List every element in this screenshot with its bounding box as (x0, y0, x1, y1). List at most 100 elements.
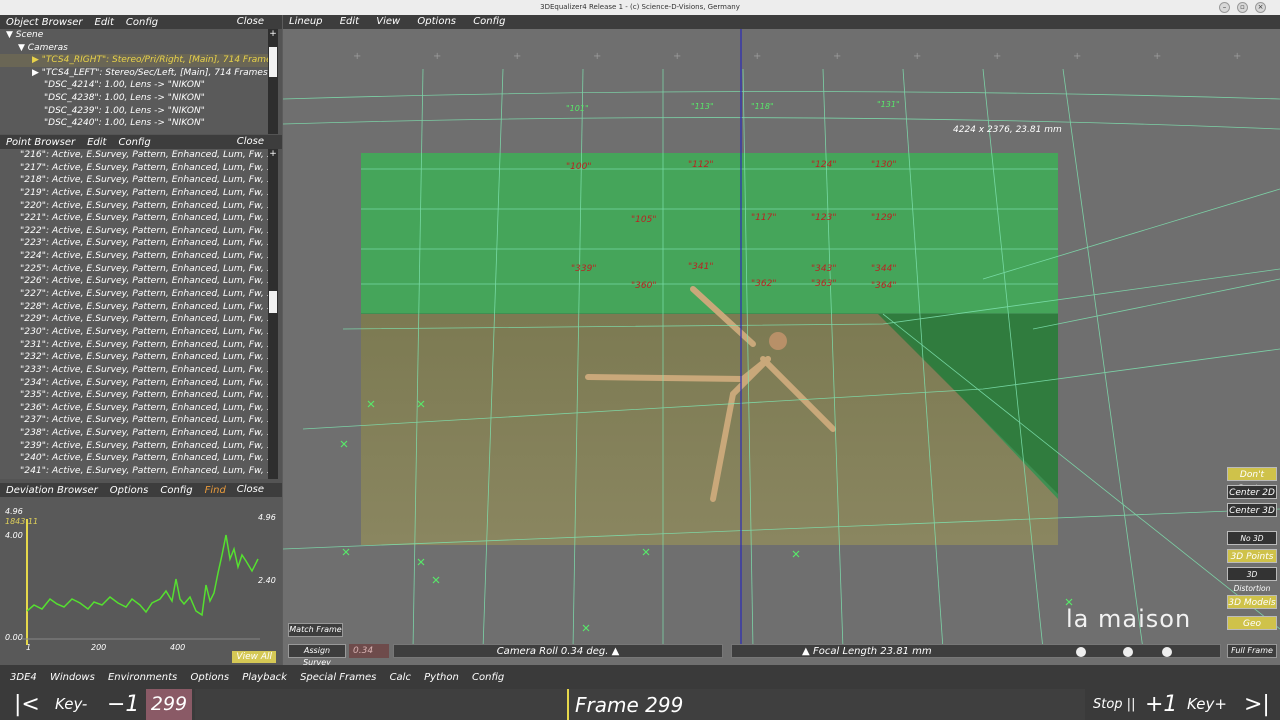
point-row[interactable]: "238": Active, E.Survey, Pattern, Enhanc… (0, 427, 268, 440)
tree-item-lens[interactable]: "DSC_4239": 1.00, Lens -> "NIKON" (0, 105, 268, 118)
point-row[interactable]: "234": Active, E.Survey, Pattern, Enhanc… (0, 377, 268, 390)
point-row[interactable]: "222": Active, E.Survey, Pattern, Enhanc… (0, 225, 268, 238)
focal-length-slider[interactable]: ▲ Focal Length 23.81 mm (731, 644, 1221, 658)
menu-config[interactable]: Config (473, 16, 505, 27)
3d-models-button[interactable]: 3D Models (1227, 595, 1277, 609)
menu-calc[interactable]: Calc (390, 672, 411, 683)
geo-button[interactable]: Geo (1227, 616, 1277, 630)
menu-edit[interactable]: Edit (87, 137, 106, 148)
deviation-graph[interactable] (22, 519, 260, 645)
menu-edit[interactable]: Edit (95, 17, 114, 28)
point-row[interactable]: "230": Active, E.Survey, Pattern, Enhanc… (0, 326, 268, 339)
point-row[interactable]: "235": Active, E.Survey, Pattern, Enhanc… (0, 389, 268, 402)
slider-handle[interactable] (1123, 647, 1133, 657)
close-window-button[interactable]: × (1255, 2, 1266, 13)
menu-edit[interactable]: Edit (340, 16, 359, 27)
slider-handle[interactable] (1162, 647, 1172, 657)
dont-center-button[interactable]: Don't Center (1227, 467, 1277, 494)
frame-number-field[interactable]: 299 (146, 689, 192, 720)
menu-options[interactable]: Options (417, 16, 456, 27)
point-browser-close[interactable]: Close (237, 135, 264, 149)
point-row[interactable]: "232": Active, E.Survey, Pattern, Enhanc… (0, 351, 268, 364)
deviation-browser-close[interactable]: Close (237, 483, 264, 497)
timeline-cursor[interactable] (567, 689, 569, 720)
menu-special-frames[interactable]: Special Frames (300, 672, 376, 683)
assign-survey-button[interactable]: Assign Survey (288, 644, 346, 665)
key-plus-button[interactable]: Key+ (1187, 689, 1227, 720)
scene-view[interactable]: "100" "112" "124" "130" "105" "117" "123… (283, 29, 1280, 649)
plus-one-button[interactable]: +1 (1145, 689, 1177, 720)
tree-item-lens[interactable]: "DSC_4240": 1.00, Lens -> "NIKON" (0, 117, 268, 130)
point-row[interactable]: "237": Active, E.Survey, Pattern, Enhanc… (0, 414, 268, 427)
menu-config[interactable]: Config (160, 485, 192, 496)
menu-deviation-browser[interactable]: Deviation Browser (6, 485, 98, 496)
menu-lineup[interactable]: Lineup (289, 16, 323, 27)
menu-config[interactable]: Config (472, 672, 504, 683)
menu-find[interactable]: Find (205, 485, 226, 496)
menu-config[interactable]: Config (118, 137, 150, 148)
add-button[interactable]: + (268, 29, 278, 41)
point-row[interactable]: "233": Active, E.Survey, Pattern, Enhanc… (0, 364, 268, 377)
tree-item-scene[interactable]: ▼ Scene (0, 29, 268, 42)
point-row[interactable]: "224": Active, E.Survey, Pattern, Enhanc… (0, 250, 268, 263)
3d-points-button[interactable]: 3D Points (1227, 549, 1277, 563)
point-row[interactable]: "216": Active, E.Survey, Pattern, Enhanc… (0, 149, 268, 162)
full-frame-button[interactable]: Full Frame (1227, 644, 1277, 658)
scrollbar-thumb[interactable] (269, 47, 277, 77)
point-row[interactable]: "221": Active, E.Survey, Pattern, Enhanc… (0, 212, 268, 225)
menu-python[interactable]: Python (424, 672, 459, 683)
tree-item-lens[interactable]: "DSC_4214": 1.00, Lens -> "NIKON" (0, 79, 268, 92)
no-3d-points-button[interactable]: No 3D Points (1227, 531, 1277, 557)
survey-value-field[interactable]: 0.34 (349, 644, 389, 658)
point-row[interactable]: "223": Active, E.Survey, Pattern, Enhanc… (0, 237, 268, 250)
point-row[interactable]: "241": Active, E.Survey, Pattern, Enhanc… (0, 465, 268, 478)
main-viewport[interactable]: Lineup Edit View Options Config "100" "1… (283, 15, 1280, 665)
key-minus-button[interactable]: Key- (55, 689, 87, 720)
point-browser-scrollbar[interactable]: + (268, 149, 278, 479)
point-row[interactable]: "227": Active, E.Survey, Pattern, Enhanc… (0, 288, 268, 301)
minimize-button[interactable]: – (1219, 2, 1230, 13)
menu-view[interactable]: View (376, 16, 400, 27)
first-frame-button[interactable]: |< (14, 689, 40, 720)
slider-handle[interactable] (1076, 647, 1086, 657)
point-row[interactable]: "239": Active, E.Survey, Pattern, Enhanc… (0, 440, 268, 453)
scrollbar-thumb[interactable] (269, 291, 277, 313)
point-row[interactable]: "225": Active, E.Survey, Pattern, Enhanc… (0, 263, 268, 276)
minus-one-button[interactable]: −1 (107, 689, 139, 720)
object-browser-close[interactable]: Close (237, 15, 264, 29)
point-row[interactable]: "240": Active, E.Survey, Pattern, Enhanc… (0, 452, 268, 465)
point-row[interactable]: "236": Active, E.Survey, Pattern, Enhanc… (0, 402, 268, 415)
menu-playback[interactable]: Playback (242, 672, 287, 683)
add-button[interactable]: + (268, 149, 278, 161)
stop-button[interactable]: Stop || (1093, 689, 1135, 720)
menu-options[interactable]: Options (110, 485, 149, 496)
view-all-button[interactable]: View All (232, 651, 276, 663)
point-row[interactable]: "231": Active, E.Survey, Pattern, Enhanc… (0, 339, 268, 352)
camera-roll-slider[interactable]: Camera Roll 0.34 deg. ▲ (393, 644, 723, 658)
point-row[interactable]: "219": Active, E.Survey, Pattern, Enhanc… (0, 187, 268, 200)
point-row[interactable]: "218": Active, E.Survey, Pattern, Enhanc… (0, 174, 268, 187)
tree-item-lens[interactable]: "DSC_4238": 1.00, Lens -> "NIKON" (0, 92, 268, 105)
point-row[interactable]: "229": Active, E.Survey, Pattern, Enhanc… (0, 313, 268, 326)
tree-item-camera-right[interactable]: ▶ "TCS4_RIGHT": Stereo/Pri/Right, [Main]… (0, 54, 268, 67)
object-browser-scrollbar[interactable]: + (268, 29, 278, 134)
tree-item-camera-left[interactable]: ▶ "TCS4_LEFT": Stereo/Sec/Left, [Main], … (0, 67, 268, 80)
menu-windows[interactable]: Windows (50, 672, 95, 683)
menu-point-browser[interactable]: Point Browser (6, 137, 75, 148)
point-row[interactable]: "220": Active, E.Survey, Pattern, Enhanc… (0, 200, 268, 213)
timeline-slider[interactable]: Frame 299 (195, 689, 1085, 720)
center-3d-button[interactable]: Center 3D (1227, 503, 1277, 517)
tree-item-cameras[interactable]: ▼ Cameras (0, 42, 268, 55)
menu-options[interactable]: Options (190, 672, 229, 683)
menu-3de4[interactable]: 3DE4 (10, 672, 37, 683)
point-row[interactable]: "228": Active, E.Survey, Pattern, Enhanc… (0, 301, 268, 314)
menu-config[interactable]: Config (126, 17, 158, 28)
center-2d-button[interactable]: Center 2D (1227, 485, 1277, 499)
maximize-button[interactable]: ▫ (1237, 2, 1248, 13)
last-frame-button[interactable]: >| (1244, 689, 1270, 720)
menu-object-browser[interactable]: Object Browser (6, 17, 83, 28)
menu-environments[interactable]: Environments (108, 672, 177, 683)
point-row[interactable]: "226": Active, E.Survey, Pattern, Enhanc… (0, 275, 268, 288)
match-frame-button[interactable]: Match Frame (288, 623, 343, 637)
point-row[interactable]: "217": Active, E.Survey, Pattern, Enhanc… (0, 162, 268, 175)
